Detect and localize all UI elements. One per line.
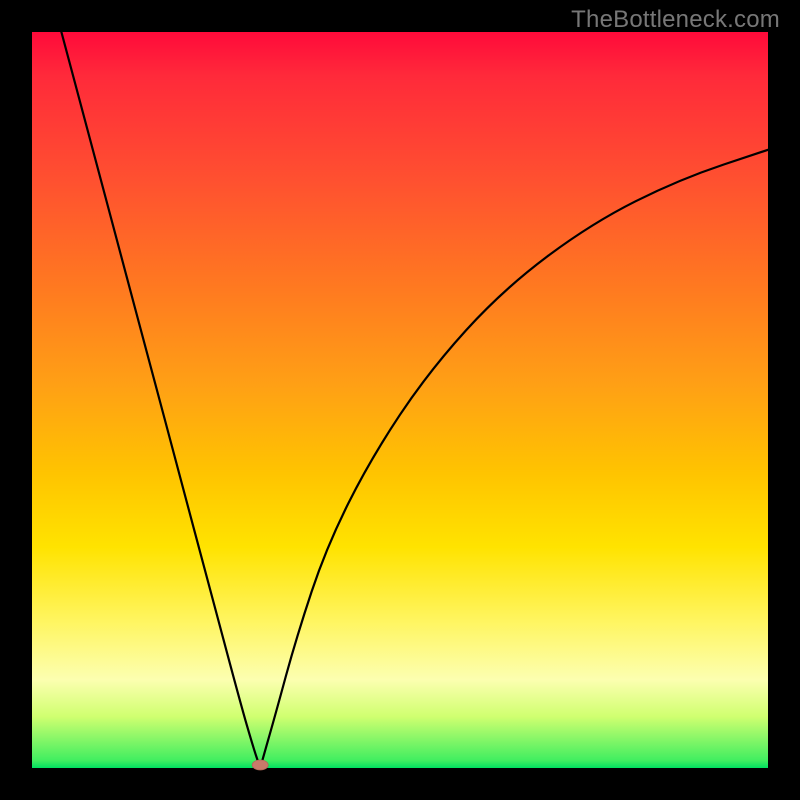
watermark-text: TheBottleneck.com (571, 6, 780, 34)
chart-frame: TheBottleneck.com (0, 0, 800, 800)
curve-path (61, 32, 768, 768)
optimal-point-marker (252, 760, 268, 770)
bottleneck-curve (32, 32, 768, 768)
plot-area (32, 32, 768, 768)
